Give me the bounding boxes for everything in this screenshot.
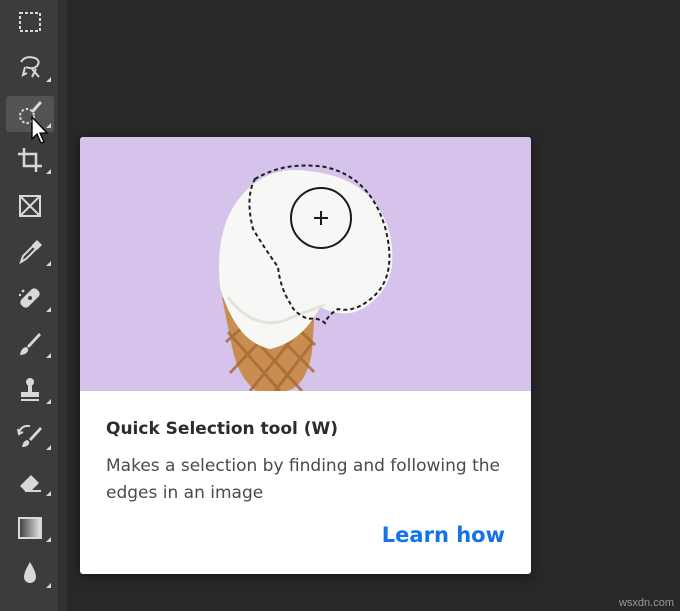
mouse-pointer-icon	[31, 115, 49, 144]
blur-icon	[24, 562, 36, 583]
ice-cream-illustration	[218, 164, 393, 391]
healing-brush-tool[interactable]	[6, 280, 54, 316]
lasso-tool[interactable]	[6, 50, 54, 86]
blur-tool[interactable]	[6, 556, 54, 592]
history-brush-tool[interactable]	[6, 418, 54, 454]
toolbar-edge	[58, 0, 67, 611]
frame-icon	[19, 195, 41, 217]
crop-tool[interactable]	[6, 142, 54, 178]
crop-icon	[18, 148, 42, 172]
clone-stamp-tool[interactable]	[6, 372, 54, 408]
clone-stamp-icon	[21, 378, 39, 401]
tooltip-title: Quick Selection tool (W)	[106, 419, 339, 439]
tool-tooltip-card: Quick Selection tool (W) Makes a selecti…	[80, 137, 531, 574]
eyedropper-icon	[19, 240, 42, 265]
gradient-tool[interactable]	[6, 510, 54, 546]
marquee-icon	[19, 12, 41, 32]
frame-tool[interactable]	[6, 188, 54, 224]
tools-panel	[0, 0, 58, 611]
watermark-text: wsxdn.com	[618, 597, 674, 609]
tool-preview-image	[80, 137, 531, 391]
eraser-icon	[20, 475, 41, 492]
tooltip-description: Makes a selection by finding and followi…	[106, 456, 501, 503]
history-brush-icon	[17, 424, 42, 447]
brush-icon	[20, 333, 41, 355]
brush-tool[interactable]	[6, 326, 54, 362]
learn-how-link[interactable]: Learn how	[382, 523, 505, 547]
gradient-icon	[18, 517, 42, 539]
marquee-tool[interactable]	[6, 4, 54, 40]
eraser-tool[interactable]	[6, 464, 54, 500]
eyedropper-tool[interactable]	[6, 234, 54, 270]
lasso-icon	[20, 56, 40, 78]
healing-brush-icon	[18, 288, 40, 308]
